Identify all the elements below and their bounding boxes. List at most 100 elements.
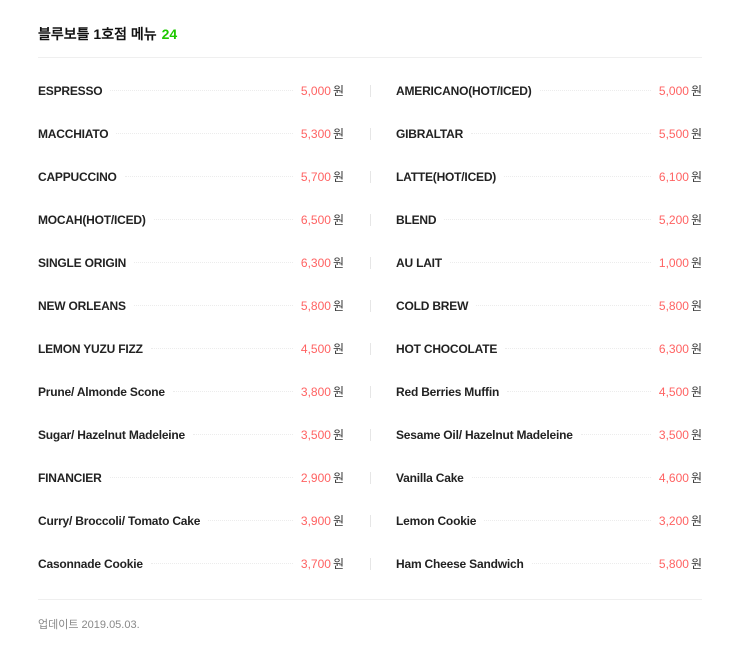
menu-item-price: 5,000 (658, 83, 689, 98)
dotted-leader (109, 477, 293, 478)
menu-item: FINANCIER 2,900 원 (38, 469, 344, 486)
dotted-leader (208, 520, 293, 521)
menu-item-name: FINANCIER (38, 470, 102, 485)
currency-unit: 원 (332, 84, 344, 98)
menu-item-price: 5,800 (658, 298, 689, 313)
dotted-leader (133, 305, 293, 306)
menu-item-name: GIBRALTAR (396, 126, 464, 141)
menu-item: AU LAIT 1,000 원 (396, 254, 702, 271)
menu-count: 24 (161, 26, 178, 42)
dotted-leader (444, 219, 651, 220)
dotted-leader (110, 90, 293, 91)
currency-unit: 원 (332, 299, 344, 313)
menu-item-price: 5,800 (300, 298, 331, 313)
menu-item-price: 5,200 (658, 212, 689, 227)
updated-date: 업데이트 2019.05.03. (38, 619, 140, 631)
menu-item-name: Casonnade Cookie (38, 556, 143, 571)
menu-item-name: Sugar/ Hazelnut Madeleine (38, 427, 186, 442)
menu-item: COLD BREW 5,800 원 (396, 297, 702, 314)
menu-row: Curry/ Broccoli/ Tomato Cake 3,900 원 Lemon … (38, 499, 702, 542)
currency-unit: 원 (690, 170, 702, 184)
menu-item: Sugar/ Hazelnut Madeleine 3,500 원 (38, 426, 344, 443)
menu-row: MOCAH(HOT/ICED) 6,500 원 BLEND 5,200 원 (38, 198, 702, 241)
menu-item-name: Red Berries Muffin (396, 384, 500, 399)
menu-row: NEW ORLEANS 5,800 원 COLD BREW 5,800 원 (38, 284, 702, 327)
currency-unit: 원 (690, 428, 702, 442)
menu-item-name: LEMON YUZU FIZZ (38, 341, 143, 356)
currency-unit: 원 (332, 471, 344, 485)
currency-unit: 원 (332, 213, 344, 227)
menu-item-price: 3,800 (300, 384, 331, 399)
menu-item-name: CAPPUCCINO (38, 169, 117, 184)
currency-unit: 원 (690, 299, 702, 313)
dotted-leader (134, 262, 293, 263)
menu-item: Casonnade Cookie 3,700 원 (38, 555, 344, 572)
dotted-leader (476, 305, 651, 306)
dotted-leader (505, 348, 651, 349)
menu-item-name: SINGLE ORIGIN (38, 255, 127, 270)
currency-unit: 원 (690, 84, 702, 98)
menu-item: Red Berries Muffin 4,500 원 (396, 383, 702, 400)
menu-item-price: 3,900 (300, 513, 331, 528)
dotted-leader (484, 520, 651, 521)
currency-unit: 원 (332, 127, 344, 141)
menu-item-price: 3,200 (658, 513, 689, 528)
menu-row: SINGLE ORIGIN 6,300 원 AU LAIT 1,000 원 (38, 241, 702, 284)
menu-item-price: 3,500 (300, 427, 331, 442)
dotted-leader (124, 176, 293, 177)
menu-item-price: 6,300 (300, 255, 331, 270)
bottom-divider (38, 599, 702, 600)
dotted-leader (172, 391, 293, 392)
menu-item-name: HOT CHOCOLATE (396, 341, 498, 356)
menu-item: HOT CHOCOLATE 6,300 원 (396, 340, 702, 357)
dotted-leader (504, 176, 651, 177)
menu-item-name: Vanilla Cake (396, 470, 464, 485)
menu-item-price: 5,800 (658, 556, 689, 571)
menu-item-name: Prune/ Almonde Scone (38, 384, 165, 399)
menu-item-price: 1,000 (658, 255, 689, 270)
menu-item-price: 3,700 (300, 556, 331, 571)
menu-row: MACCHIATO 5,300 원 GIBRALTAR 5,500 원 (38, 112, 702, 155)
menu-item: Sesame Oil/ Hazelnut Madeleine 3,500 원 (396, 426, 702, 443)
menu-item-price: 2,900 (300, 470, 331, 485)
currency-unit: 원 (690, 514, 702, 528)
menu-item-name: ESPRESSO (38, 83, 103, 98)
currency-unit: 원 (690, 256, 702, 270)
menu-row: CAPPUCCINO 5,700 원 LATTE(HOT/ICED) 6,100 원 (38, 155, 702, 198)
menu-item-name: Lemon Cookie (396, 513, 477, 528)
menu-header: 블루보틀 1호점 메뉴 24 (38, 24, 177, 44)
menu-item-price: 4,600 (658, 470, 689, 485)
dotted-leader (153, 219, 293, 220)
menu-item-name: Sesame Oil/ Hazelnut Madeleine (396, 427, 573, 442)
currency-unit: 원 (332, 557, 344, 571)
currency-unit: 원 (690, 127, 702, 141)
menu-item: Prune/ Almonde Scone 3,800 원 (38, 383, 344, 400)
menu-item-price: 5,000 (300, 83, 331, 98)
menu-item: GIBRALTAR 5,500 원 (396, 125, 702, 142)
menu-item-name: MOCAH(HOT/ICED) (38, 212, 146, 227)
currency-unit: 원 (332, 514, 344, 528)
menu-item: NEW ORLEANS 5,800 원 (38, 297, 344, 314)
menu-item: Lemon Cookie 3,200 원 (396, 512, 702, 529)
menu-item: Vanilla Cake 4,600 원 (396, 469, 702, 486)
menu-item: Ham Cheese Sandwich 5,800 원 (396, 555, 702, 572)
menu-item: CAPPUCCINO 5,700 원 (38, 168, 344, 185)
menu-item-price: 5,500 (658, 126, 689, 141)
menu-item-name: AU LAIT (396, 255, 442, 270)
menu-item-price: 6,100 (658, 169, 689, 184)
top-divider (38, 57, 702, 58)
menu-item-price: 5,300 (300, 126, 331, 141)
currency-unit: 원 (690, 471, 702, 485)
dotted-leader (580, 434, 651, 435)
menu-item: MOCAH(HOT/ICED) 6,500 원 (38, 211, 344, 228)
currency-unit: 원 (332, 170, 344, 184)
currency-unit: 원 (690, 385, 702, 399)
currency-unit: 원 (332, 428, 344, 442)
dotted-leader (150, 348, 293, 349)
menu-row: Sugar/ Hazelnut Madeleine 3,500 원 Sesame Oi… (38, 413, 702, 456)
menu-item-name: LATTE(HOT/ICED) (396, 169, 497, 184)
dotted-leader (471, 133, 651, 134)
currency-unit: 원 (690, 342, 702, 356)
menu-item-price: 4,500 (300, 341, 331, 356)
currency-unit: 원 (332, 342, 344, 356)
